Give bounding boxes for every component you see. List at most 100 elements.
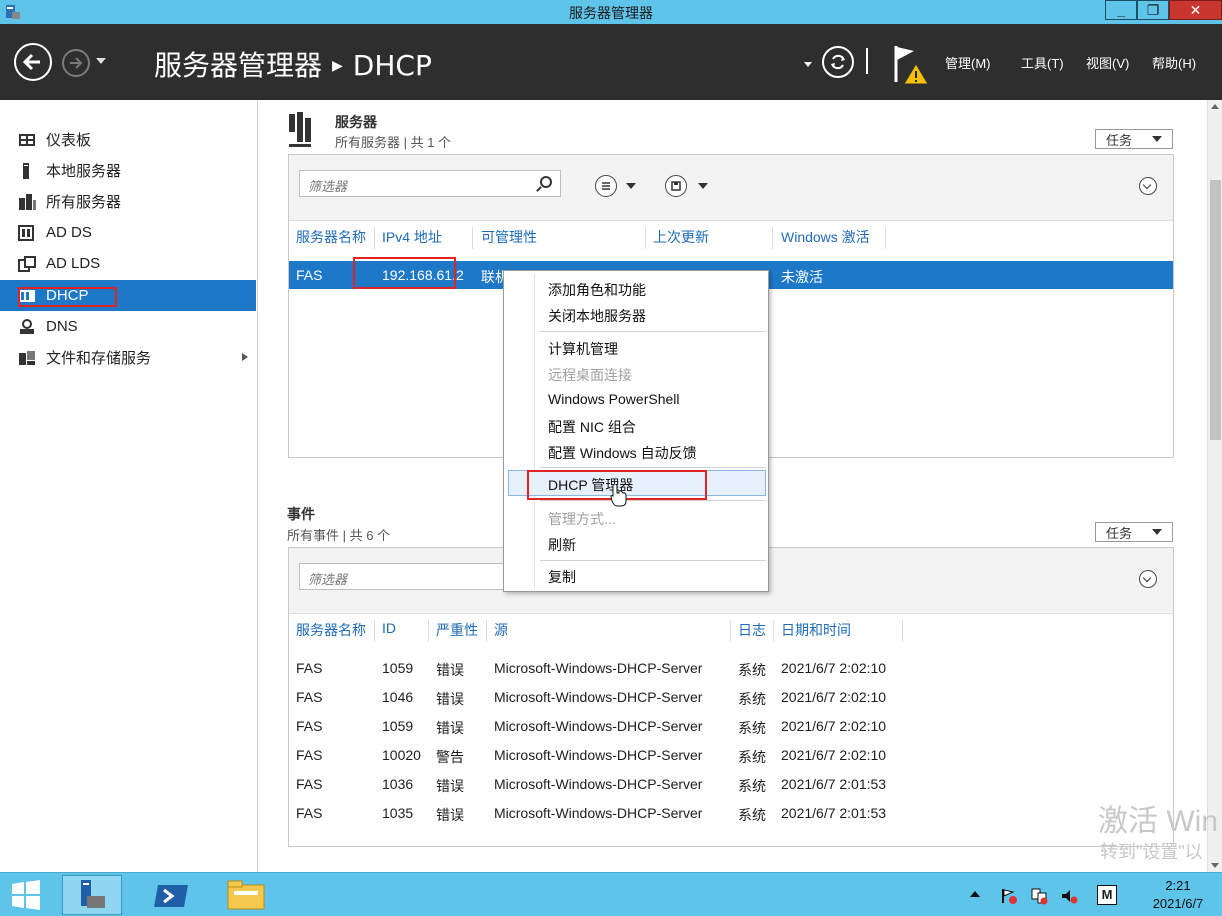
ctx-item-copy[interactable]: 复制 <box>548 567 576 587</box>
expand-panel-button[interactable] <box>1139 570 1157 588</box>
column-header-activation[interactable]: Windows 激活 <box>781 227 870 247</box>
cell-source: Microsoft-Windows-DHCP-Server <box>494 718 703 734</box>
sidebar-item-file-storage[interactable]: 文件和存储服务 <box>0 342 256 373</box>
column-header-ipv4[interactable]: IPv4 地址 <box>382 227 442 247</box>
title-bar: 服务器管理器 _ ❐ ✕ <box>0 0 1222 24</box>
start-icon[interactable] <box>6 879 46 911</box>
ctx-item-auto-feedback[interactable]: 配置 Windows 自动反馈 <box>548 443 697 463</box>
sidebar-item-local-server[interactable]: 本地服务器 <box>0 155 256 186</box>
cell-datetime: 2021/6/7 2:02:10 <box>781 718 887 734</box>
column-header-id[interactable]: ID <box>382 620 396 636</box>
menu-view[interactable]: 视图(V) <box>1086 53 1129 72</box>
column-header-log[interactable]: 日志 <box>738 620 766 640</box>
column-header-server-name[interactable]: 服务器名称 <box>296 227 366 247</box>
save-query-dropdown-icon[interactable] <box>698 183 708 189</box>
menu-tools[interactable]: 工具(T) <box>1021 53 1064 72</box>
expand-arrow-icon[interactable] <box>242 353 248 361</box>
column-header-last-update[interactable]: 上次更新 <box>653 227 709 247</box>
search-icon[interactable] <box>540 176 552 188</box>
ctx-item-shutdown-local-server[interactable]: 关闭本地服务器 <box>548 306 646 326</box>
maximize-button[interactable]: ❐ <box>1137 0 1169 20</box>
list-icon <box>602 182 610 190</box>
events-tasks-button[interactable]: 任务 <box>1095 522 1173 542</box>
ctx-item-computer-management[interactable]: 计算机管理 <box>548 339 618 359</box>
notification-flag-icon[interactable] <box>892 42 932 86</box>
network-icon[interactable] <box>1030 887 1048 905</box>
server-manager-icon <box>81 880 105 908</box>
menu-help[interactable]: 帮助(H) <box>1152 53 1196 72</box>
history-dropdown-icon[interactable] <box>96 58 106 64</box>
servers-filter-input[interactable]: 筛选器 <box>299 170 561 197</box>
ime-indicator[interactable]: M <box>1097 885 1117 905</box>
sidebar-item-all-servers[interactable]: 所有服务器 <box>0 186 256 217</box>
list-options-button[interactable] <box>595 175 617 197</box>
expand-panel-button[interactable] <box>1139 177 1157 195</box>
taskbar-server-manager[interactable] <box>62 875 122 915</box>
table-row[interactable]: FAS 1035 错误 Microsoft-Windows-DHCP-Serve… <box>289 799 1173 827</box>
column-divider[interactable] <box>772 227 773 249</box>
column-divider[interactable] <box>486 620 487 642</box>
column-divider[interactable] <box>902 620 903 642</box>
cell-log: 系统 <box>738 778 766 794</box>
cell-server: FAS <box>296 689 323 705</box>
show-hidden-icons-icon[interactable] <box>970 891 980 897</box>
taskbar-powershell[interactable] <box>142 875 202 915</box>
sidebar: 仪表板 本地服务器 所有服务器 AD DS AD LDS DHCP DNS 文件… <box>0 100 258 872</box>
taskbar-clock[interactable]: 2:21 2021/6/7 <box>1138 877 1218 913</box>
column-divider[interactable] <box>374 620 375 642</box>
ctx-item-refresh[interactable]: 刷新 <box>548 535 576 555</box>
sidebar-item-adlds[interactable]: AD LDS <box>0 248 256 279</box>
column-divider[interactable] <box>374 227 375 249</box>
taskbar-file-explorer[interactable] <box>216 875 276 915</box>
sidebar-item-dashboard[interactable]: 仪表板 <box>0 124 256 155</box>
annotation-highlight-box <box>353 257 456 289</box>
table-row[interactable]: FAS 1059 错误 Microsoft-Windows-DHCP-Serve… <box>289 712 1173 740</box>
scrollbar-thumb[interactable] <box>1210 180 1221 440</box>
list-options-dropdown-icon[interactable] <box>626 183 636 189</box>
cell-log: 系统 <box>738 749 766 765</box>
activation-watermark-title: 激活 Win <box>1098 805 1218 838</box>
sidebar-item-adds[interactable]: AD DS <box>0 217 256 248</box>
table-row[interactable]: FAS 10020 警告 Microsoft-Windows-DHCP-Serv… <box>289 741 1173 769</box>
forward-button[interactable] <box>62 49 90 77</box>
header-dropdown-icon[interactable] <box>804 62 812 67</box>
servers-tasks-button[interactable]: 任务 <box>1095 129 1173 149</box>
breadcrumb-root[interactable]: 服务器管理器 <box>154 49 322 82</box>
dashboard-icon <box>19 133 35 146</box>
save-query-button[interactable] <box>665 175 687 197</box>
scroll-up-icon[interactable] <box>1211 104 1219 109</box>
sidebar-item-dns[interactable]: DNS <box>0 311 256 342</box>
cell-datetime: 2021/6/7 2:02:10 <box>781 689 887 705</box>
column-header-source[interactable]: 源 <box>494 620 508 640</box>
column-header-severity[interactable]: 严重性 <box>436 620 478 640</box>
column-divider[interactable] <box>773 620 774 642</box>
cell-source: Microsoft-Windows-DHCP-Server <box>494 805 703 821</box>
file-explorer-icon <box>227 880 265 910</box>
minimize-button[interactable]: _ <box>1105 0 1137 20</box>
column-divider[interactable] <box>885 227 886 249</box>
column-divider[interactable] <box>428 620 429 642</box>
column-header-manageability[interactable]: 可管理性 <box>481 227 537 247</box>
menu-manage[interactable]: 管理(M) <box>945 53 991 72</box>
table-row[interactable]: FAS 1036 错误 Microsoft-Windows-DHCP-Serve… <box>289 770 1173 798</box>
column-header-datetime[interactable]: 日期和时间 <box>781 620 851 640</box>
action-center-icon[interactable] <box>1000 887 1018 905</box>
table-row[interactable]: FAS 1059 错误 Microsoft-Windows-DHCP-Serve… <box>289 654 1173 682</box>
refresh-button[interactable] <box>822 46 854 78</box>
ctx-item-powershell[interactable]: Windows PowerShell <box>548 391 680 407</box>
ctx-item-add-roles[interactable]: 添加角色和功能 <box>548 280 646 300</box>
powershell-icon <box>154 885 188 907</box>
scroll-down-icon[interactable] <box>1211 863 1219 868</box>
column-divider[interactable] <box>472 227 473 249</box>
cell-server: FAS <box>296 660 323 676</box>
ctx-item-nic-teaming[interactable]: 配置 NIC 组合 <box>548 417 636 437</box>
back-button[interactable] <box>14 43 52 81</box>
sidebar-item-label: AD LDS <box>46 255 101 272</box>
column-header-server-name[interactable]: 服务器名称 <box>296 620 366 640</box>
column-divider[interactable] <box>730 620 731 642</box>
vertical-scrollbar[interactable] <box>1207 100 1222 872</box>
column-divider[interactable] <box>645 227 646 249</box>
table-row[interactable]: FAS 1046 错误 Microsoft-Windows-DHCP-Serve… <box>289 683 1173 711</box>
close-button[interactable]: ✕ <box>1169 0 1222 20</box>
volume-icon[interactable] <box>1060 887 1078 905</box>
